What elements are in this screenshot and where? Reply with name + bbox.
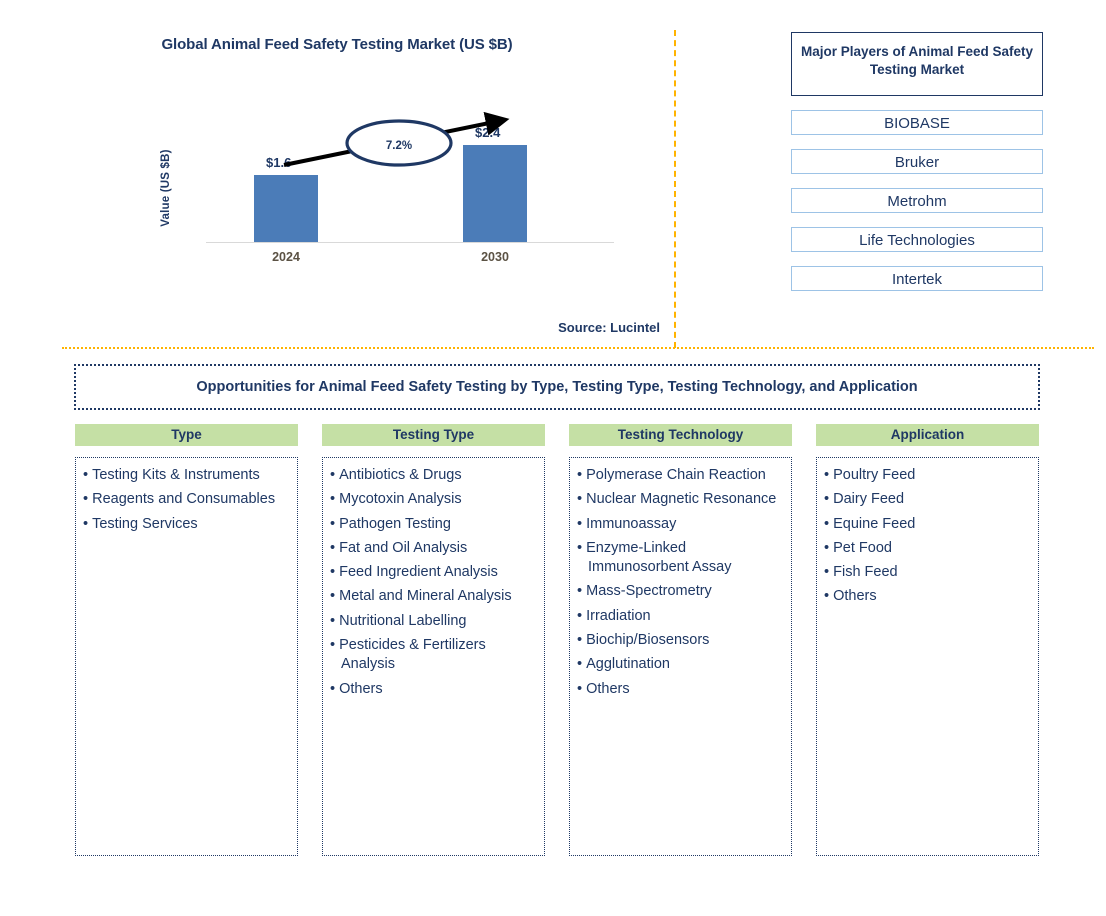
list-item: Biochip/Biosensors (577, 631, 784, 650)
list-item: Nutritional Labelling (330, 612, 537, 631)
list-application: Poultry Feed Dairy Feed Equine Feed Pet … (824, 466, 1031, 607)
list-item: Polymerase Chain Reaction (577, 466, 784, 485)
y-axis-label: Value (US $B) (160, 149, 172, 227)
column-body-testing-technology: Polymerase Chain Reaction Nuclear Magnet… (569, 457, 792, 856)
column-header-testing-type: Testing Type (322, 424, 545, 446)
list-testing-type: Antibiotics & Drugs Mycotoxin Analysis P… (330, 466, 537, 699)
list-item: Others (330, 680, 537, 699)
list-item: Others (824, 587, 1031, 606)
list-item: Enzyme-Linked Immunosorbent Assay (577, 539, 784, 578)
column-header-application: Application (816, 424, 1039, 446)
column-header-type: Type (75, 424, 298, 446)
x-tick-2030: 2030 (481, 250, 509, 264)
vertical-divider (674, 30, 676, 348)
list-item: Reagents and Consumables (83, 490, 290, 509)
column-body-testing-type: Antibiotics & Drugs Mycotoxin Analysis P… (322, 457, 545, 856)
list-item: Poultry Feed (824, 466, 1031, 485)
list-item: Agglutination (577, 655, 784, 674)
horizontal-divider (62, 347, 1094, 349)
list-item: Fish Feed (824, 563, 1031, 582)
bar-2024 (254, 175, 318, 242)
list-item: Fat and Oil Analysis (330, 539, 537, 558)
list-item: Antibiotics & Drugs (330, 466, 537, 485)
x-axis-line (206, 242, 614, 243)
market-chart-panel: Global Animal Feed Safety Testing Market… (0, 0, 674, 348)
list-item: Pesticides & Fertilizers Analysis (330, 636, 537, 675)
list-item: Irradiation (577, 607, 784, 626)
list-item: Metal and Mineral Analysis (330, 587, 537, 606)
column-testing-type: Testing Type Antibiotics & Drugs Mycotox… (322, 424, 545, 856)
column-type: Type Testing Kits & Instruments Reagents… (75, 424, 298, 856)
list-item: Immunoassay (577, 515, 784, 534)
column-testing-technology: Testing Technology Polymerase Chain Reac… (569, 424, 792, 856)
source-label: Source: Lucintel (558, 320, 660, 335)
player-item-metrohm[interactable]: Metrohm (791, 188, 1043, 213)
major-players-panel: Major Players of Animal Feed Safety Test… (791, 32, 1043, 291)
major-players-header: Major Players of Animal Feed Safety Test… (791, 32, 1043, 96)
list-item: Nuclear Magnetic Resonance (577, 490, 784, 509)
list-item: Feed Ingredient Analysis (330, 563, 537, 582)
list-item: Others (577, 680, 784, 699)
list-item: Equine Feed (824, 515, 1031, 534)
player-item-intertek[interactable]: Intertek (791, 266, 1043, 291)
list-item: Pet Food (824, 539, 1031, 558)
list-item: Pathogen Testing (330, 515, 537, 534)
cagr-label: 7.2% (385, 140, 413, 152)
chart-title: Global Animal Feed Safety Testing Market… (161, 36, 513, 53)
list-testing-technology: Polymerase Chain Reaction Nuclear Magnet… (577, 466, 784, 699)
list-item: Testing Services (83, 515, 290, 534)
column-header-testing-technology: Testing Technology (569, 424, 792, 446)
column-body-application: Poultry Feed Dairy Feed Equine Feed Pet … (816, 457, 1039, 856)
player-item-life-technologies[interactable]: Life Technologies (791, 227, 1043, 252)
list-item: Dairy Feed (824, 490, 1031, 509)
list-item: Testing Kits & Instruments (83, 466, 290, 485)
column-application: Application Poultry Feed Dairy Feed Equi… (816, 424, 1039, 856)
x-tick-2024: 2024 (272, 250, 300, 264)
list-item: Mycotoxin Analysis (330, 490, 537, 509)
opportunities-banner: Opportunities for Animal Feed Safety Tes… (74, 364, 1040, 410)
list-type: Testing Kits & Instruments Reagents and … (83, 466, 290, 534)
list-item: Mass-Spectrometry (577, 582, 784, 601)
player-item-biobase[interactable]: BIOBASE (791, 110, 1043, 135)
player-item-bruker[interactable]: Bruker (791, 149, 1043, 174)
chart-plot-area: Value (US $B) $1.6 $2.4 2024 2030 7.2% (160, 100, 618, 275)
opportunity-columns: Type Testing Kits & Instruments Reagents… (75, 424, 1039, 856)
column-body-type: Testing Kits & Instruments Reagents and … (75, 457, 298, 856)
